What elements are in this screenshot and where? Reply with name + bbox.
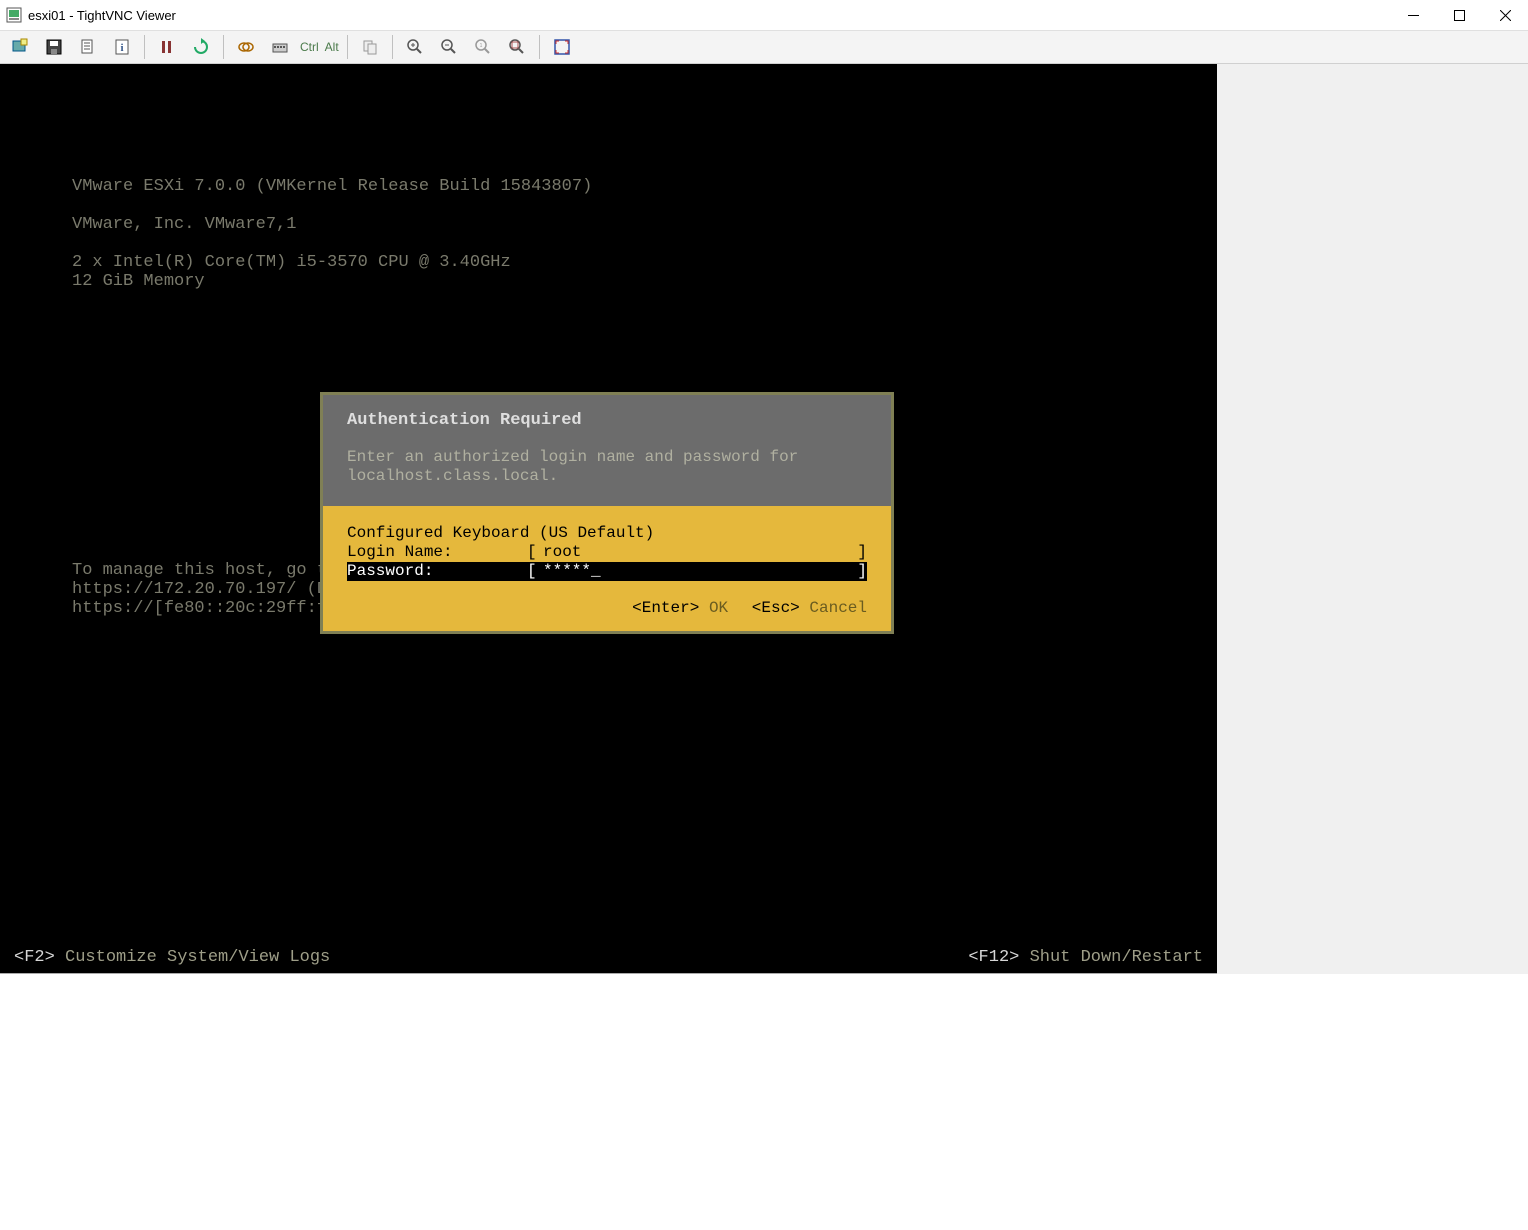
cancel-key-hint: <Esc> [752, 599, 800, 617]
shutdown-restart-label: Shut Down/Restart [1030, 948, 1203, 967]
cancel-button[interactable]: Cancel [809, 599, 867, 617]
tightvnc-app-icon [6, 7, 22, 23]
info-icon[interactable]: i [108, 34, 136, 60]
toolbar-separator [347, 35, 348, 59]
esxi-system-info: VMware ESXi 7.0.0 (VMKernel Release Buil… [72, 158, 592, 329]
f12-key-hint: <F12> [968, 948, 1019, 967]
vnc-remote-display[interactable]: VMware ESXi 7.0.0 (VMKernel Release Buil… [0, 64, 1217, 974]
zoom-auto-icon[interactable] [503, 34, 531, 60]
authentication-dialog: Authentication Required Enter an authori… [320, 392, 894, 634]
password-label: Password: [347, 562, 527, 581]
esxi-management-urls: To manage this host, go to https://172.2… [72, 542, 337, 656]
ctrlaltdel-icon[interactable] [232, 34, 260, 60]
vnc-toolbar: i Ctrl Alt 1 [0, 30, 1528, 64]
file-transfer-icon[interactable] [356, 34, 384, 60]
login-name-label: Login Name: [347, 543, 527, 562]
login-name-row[interactable]: Login Name: [ root ] [347, 543, 867, 562]
window-title: esxi01 - TightVNC Viewer [28, 8, 1522, 23]
pause-icon[interactable] [153, 34, 181, 60]
maximize-button[interactable] [1436, 0, 1482, 30]
ok-button[interactable]: OK [709, 599, 728, 617]
send-keys-icon[interactable] [266, 34, 294, 60]
ok-key-hint: <Enter> [632, 599, 699, 617]
close-button[interactable] [1482, 0, 1528, 30]
login-name-input[interactable]: root [543, 543, 851, 562]
refresh-icon[interactable] [187, 34, 215, 60]
new-connection-icon[interactable] [6, 34, 34, 60]
toolbar-separator [144, 35, 145, 59]
keyboard-config-label: Configured Keyboard (US Default) [347, 524, 867, 543]
save-icon[interactable] [40, 34, 68, 60]
window-padding [0, 974, 1528, 1230]
dialog-actions: <Enter> OK <Esc> Cancel [347, 599, 867, 617]
customize-system-label: Customize System/View Logs [65, 948, 330, 967]
toolbar-separator [392, 35, 393, 59]
password-input[interactable]: *****_ [543, 562, 851, 581]
dialog-title: Authentication Required [347, 411, 867, 430]
dialog-subtitle: Enter an authorized login name and passw… [347, 448, 867, 486]
zoom-out-icon[interactable] [435, 34, 463, 60]
toolbar-separator [223, 35, 224, 59]
window-titlebar: esxi01 - TightVNC Viewer [0, 0, 1528, 30]
minimize-button[interactable] [1390, 0, 1436, 30]
password-row[interactable]: Password: [ *****_ ] [347, 562, 867, 581]
zoom-in-icon[interactable] [401, 34, 429, 60]
alt-key-toggle[interactable]: Alt [325, 40, 339, 54]
f2-key-hint: <F2> [14, 948, 55, 967]
fullscreen-icon[interactable] [548, 34, 576, 60]
options-icon[interactable] [74, 34, 102, 60]
zoom-100-icon[interactable]: 1 [469, 34, 497, 60]
esxi-footer: <F2> Customize System/View Logs <F12> Sh… [0, 941, 1217, 973]
ctrl-key-toggle[interactable]: Ctrl [300, 40, 319, 54]
toolbar-separator [539, 35, 540, 59]
svg-text:1: 1 [479, 43, 482, 49]
svg-text:i: i [120, 42, 123, 54]
